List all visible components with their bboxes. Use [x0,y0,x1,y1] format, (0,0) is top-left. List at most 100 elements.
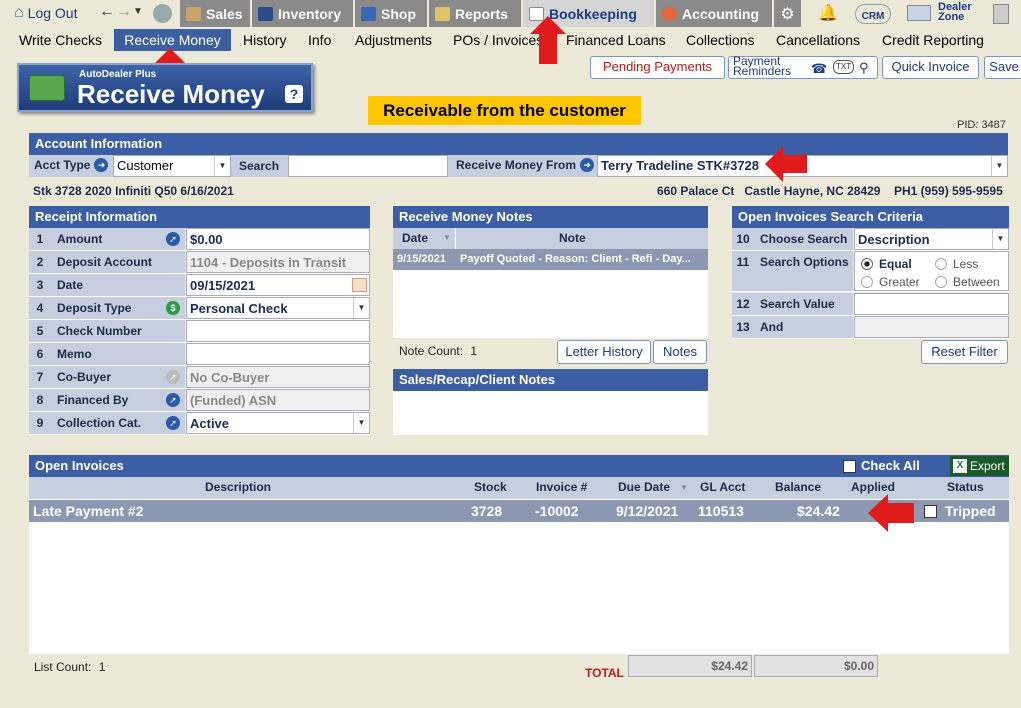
col-description[interactable]: Description [205,477,271,498]
subnav-adjustments[interactable]: Adjustments [350,29,437,51]
nav-accounting[interactable]: Accounting [656,0,772,27]
receive-from-icon: ➜ [580,158,595,172]
subnav-cancellations[interactable]: Cancellations [771,29,865,51]
criteria-row-and: 13 And [732,316,1009,339]
co-buyer-field: No Co-Buyer [186,366,370,388]
financed-by-icon[interactable]: ➚ [166,393,180,407]
annotation-arrow-left [765,146,783,182]
nav-reports[interactable]: Reports [429,0,521,27]
date-input[interactable]: 09/15/2021 [186,274,370,296]
subnav-history[interactable]: History [238,29,292,51]
crm-icon[interactable]: CRM [855,4,891,24]
radio-equal[interactable]: Equal [861,257,912,271]
quick-invoice-button[interactable]: Quick Invoice [882,56,979,79]
sales-notes-header: Sales/Recap/Client Notes [393,369,708,391]
help-icon[interactable]: ? [285,85,303,103]
col-stock[interactable]: Stock [474,477,507,498]
col-status[interactable]: Status [947,477,984,498]
top-nav: ⌂ Log Out ← → ▼ Sales Inventory Shop Rep… [0,0,1021,28]
search-label: Search [239,159,280,173]
col-invoice[interactable]: Invoice # [536,477,587,498]
receive-from-label: Receive Money From ➜ [456,158,595,172]
page-title-block: AutoDealer Plus Receive Money ? [17,63,313,112]
list-count: List Count: 1 [34,660,106,674]
radio-greater[interactable]: Greater [861,275,920,289]
col-due-date[interactable]: Due Date [618,477,670,498]
criteria-row-search-value: 12 Search Value [732,293,1009,316]
memo-input[interactable] [186,343,370,365]
subnav-credit-reporting[interactable]: Credit Reporting [877,29,989,51]
gear-icon: ⚙ [780,5,795,23]
reset-filter-button[interactable]: Reset Filter [921,340,1008,364]
payment-reminders-button[interactable]: Payment Reminders ☎ TXT ⚲ [728,55,878,79]
letter-history-button[interactable]: Letter History [557,340,651,364]
annotation-arrow-left [868,494,888,532]
receipt-row-collection-cat: 9 Collection Cat. ➚ Active ▼ [29,412,370,435]
report-icon [435,6,450,21]
search-value-input[interactable] [854,293,1009,315]
deposit-type-select[interactable]: Personal Check ▼ [186,297,370,319]
forward-arrow-icon[interactable]: → [116,3,132,21]
subnav-info[interactable]: Info [303,29,336,51]
search-input[interactable] [288,155,448,177]
check-all[interactable]: Check All [843,455,920,477]
amount-input[interactable]: $0.00 [186,228,370,250]
bell-icon[interactable]: 🔔 [818,3,838,23]
acct-type-icon: ➜ [94,158,109,172]
acct-type-select[interactable]: Customer ▼ [113,155,231,177]
subnav-write-checks[interactable]: Write Checks [14,29,107,51]
back-arrow-icon[interactable]: ← [99,3,115,21]
col-balance[interactable]: Balance [775,477,821,498]
collection-cat-select[interactable]: Active ▼ [186,412,370,434]
dealer-zone-label[interactable]: Dealer Zone [938,2,976,23]
dealer-zone-icon[interactable] [907,5,931,21]
calendar-icon[interactable] [352,278,367,292]
calculator-icon[interactable] [993,4,1009,24]
account-info-header: Account Information [29,133,1008,155]
financed-by-field: (Funded) ASN [186,389,370,411]
and-value-field [854,316,1009,338]
pending-payments-button[interactable]: Pending Payments [590,56,725,79]
notes-col-note[interactable]: Note [559,228,586,249]
row-checkbox[interactable] [924,505,937,518]
nav-shop[interactable]: Shop [355,0,427,27]
phone-icon: ☎ [811,61,828,76]
notes-panel: Receive Money Notes Date ▼ Note 9/15/202… [393,206,708,338]
acct-type-label: Acct Type ➜ [34,158,109,172]
collection-cat-icon[interactable]: ➚ [166,416,180,430]
notes-button[interactable]: Notes [653,340,707,364]
export-button[interactable]: X Export [950,456,1009,476]
subnav-financed-loans[interactable]: Financed Loans [561,29,671,51]
nav-sales[interactable]: Sales [180,0,250,27]
col-gl-acct[interactable]: GL Acct [700,477,745,498]
notes-row[interactable]: 9/15/2021 Payoff Quoted - Reason: Client… [393,249,708,270]
choose-search-select[interactable]: Description ▼ [854,228,1009,250]
search-options-group: Equal Less Greater Between [854,251,1009,291]
sort-chevron-icon: ▼ [443,233,451,242]
save-button[interactable]: Save [984,56,1021,79]
invoices-column-header: Description Stock Invoice # Due Date ▼ G… [29,477,1009,499]
receipt-row-memo: 6 Memo [29,343,370,366]
chevron-down-icon: ▼ [214,156,230,176]
notes-col-date[interactable]: Date [402,228,428,249]
radio-icon [861,276,873,288]
criteria-panel: Open Invoices Search Criteria 10 Choose … [732,206,1009,339]
receipt-row-amount: 1 Amount ➚ $0.00 [29,228,370,251]
settings-gear-button[interactable]: ⚙ [774,0,801,27]
note-count: Note Count: 1 [399,344,478,358]
history-dropdown-icon[interactable]: ▼ [133,6,143,17]
invoice-row[interactable]: Late Payment #2 3728 -10002 9/12/2021 11… [29,500,1009,522]
user-face-icon[interactable] [153,4,172,23]
logout-link[interactable]: ⌂ Log Out [14,4,78,22]
customer-phone: PH1 (959) 595-9595 [894,184,1003,198]
radio-icon [935,276,947,288]
nav-inventory[interactable]: Inventory [252,0,353,27]
page-title: Receive Money [77,79,265,109]
wrench-icon [361,6,376,21]
check-number-input[interactable] [186,320,370,342]
radio-between[interactable]: Between [935,275,1000,289]
subnav-collections[interactable]: Collections [681,29,759,51]
radio-less[interactable]: Less [935,257,978,271]
vehicle-info: Stk 3728 2020 Infiniti Q50 6/16/2021 [33,184,234,198]
amount-icon[interactable]: ➚ [166,232,180,246]
